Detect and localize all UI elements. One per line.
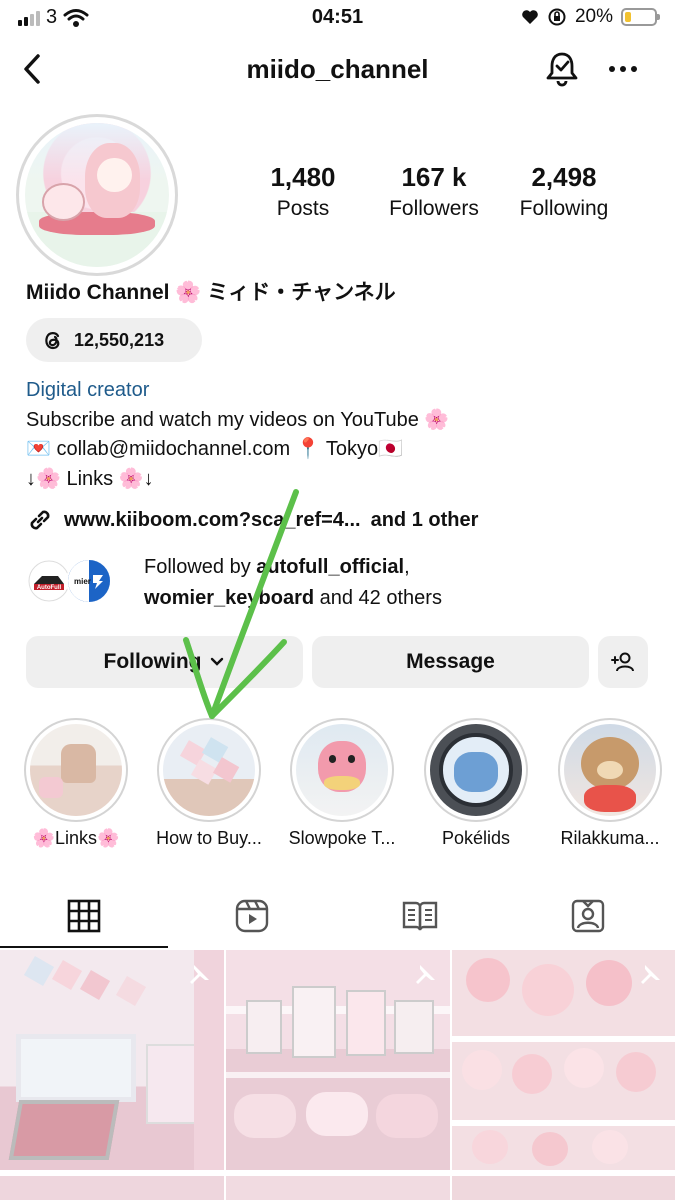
followed-by-text: Followed by autofull_official, womier_ke… [144,552,442,614]
grid-post[interactable] [0,1176,224,1200]
highlight-label: How to Buy... [156,828,262,848]
battery-percent: 20% [574,6,613,27]
grid-post[interactable] [226,1176,450,1200]
followed-by-prefix: Followed by [144,556,257,578]
heart-icon [522,10,538,24]
posts-grid [0,950,675,1200]
grid-post[interactable] [0,950,224,1170]
highlight-slowpoke[interactable]: Slowpoke T... [289,718,395,848]
battery-icon [621,8,660,26]
tab-reels[interactable] [168,882,336,950]
notification-bell-icon[interactable] [544,50,580,88]
status-right: 20% [521,6,660,28]
category-label: Digital creator [26,379,150,401]
pinned-icon [641,965,660,984]
posts-count: 1,480 [270,162,336,192]
highlight-links[interactable]: 🌸Links🌸 [24,718,128,848]
chevron-down-icon [211,657,224,666]
followers-count: 167 k [401,162,467,192]
followers-label: Followers [389,197,479,220]
highlight-label: 🌸Links🌸 [32,828,120,848]
mutual-user-1[interactable]: autofull_official [256,556,404,578]
reels-icon [235,899,269,933]
grid-post[interactable] [226,950,450,1170]
message-button-label: Message [406,650,495,673]
threads-icon [45,332,60,350]
stat-following[interactable]: 2,498 Following [512,162,616,221]
more-options-icon[interactable] [606,54,640,84]
followed-by-sep: , [404,556,410,578]
highlight-label: Rilakkuma... [560,828,660,848]
bio-line: 💌 collab@miidochannel.com 📍 Tokyo🇯🇵 [26,438,404,460]
profile-avatar[interactable] [16,114,178,276]
pinned-icon [416,965,435,984]
bio-line: Subscribe and watch my videos on YouTube… [26,408,450,431]
tab-guides[interactable] [336,882,504,950]
threads-badge[interactable]: 12,550,213 [26,318,202,362]
following-button-label: Following [103,650,202,673]
rotation-lock-icon [548,8,566,26]
profile-tabs [0,882,675,950]
display-name: Miido Channel 🌸 ミィド・チャンネル [26,281,396,304]
highlight-rilakkuma[interactable]: Rilakkuma... [558,718,662,848]
following-label: Following [519,197,609,220]
profile-link-row[interactable]: www.kiiboom.com?sca_ref=4... and 1 other [26,506,478,534]
profile-header: miido_channel [0,44,675,94]
link-icon [30,510,50,530]
battery-fill [625,12,631,22]
profile-bio: Digital creator Subscribe and watch my v… [26,376,449,494]
mutual-user-2[interactable]: womier_keyboard [144,587,314,609]
bio-line: ↓🌸 Links 🌸↓ [26,467,154,490]
stat-followers[interactable]: 167 k Followers [380,162,488,221]
profile-link-more[interactable]: and 1 other [371,509,479,532]
grid-post[interactable] [452,950,675,1170]
message-button[interactable]: Message [312,636,589,688]
following-button[interactable]: Following [26,636,303,688]
grid-post[interactable] [452,1176,675,1200]
svg-text:mier: mier [74,577,91,586]
posts-label: Posts [276,197,330,220]
grid-icon [67,899,101,933]
avatar-image [25,123,169,267]
highlight-label: Pokélids [441,828,511,848]
following-count: 2,498 [531,162,597,192]
svg-text:AutoFull: AutoFull [37,585,62,591]
followed-by-suffix: and 42 others [314,587,442,609]
highlight-pokelids[interactable]: Pokélids [424,718,528,848]
active-tab-indicator [0,946,168,948]
guide-icon [402,901,438,931]
highlight-how-to-buy[interactable]: How to Buy... [156,718,262,848]
mutual-avatar-womier: mier [66,558,112,604]
pinned-icon [190,965,209,984]
suggested-users-button[interactable] [598,636,648,688]
mutual-avatars: AutoFull mier [26,558,136,604]
profile-link[interactable]: www.kiiboom.com?sca_ref=4... [64,509,361,532]
tab-posts-grid[interactable] [0,882,168,950]
tab-tagged[interactable] [504,882,672,950]
add-person-icon [611,652,634,672]
highlight-label: Slowpoke T... [288,828,396,848]
status-bar: 3 04:51 20% [0,0,675,36]
tagged-icon [571,899,605,933]
stat-posts[interactable]: 1,480 Posts [258,162,348,221]
threads-count: 12,550,213 [74,329,165,350]
